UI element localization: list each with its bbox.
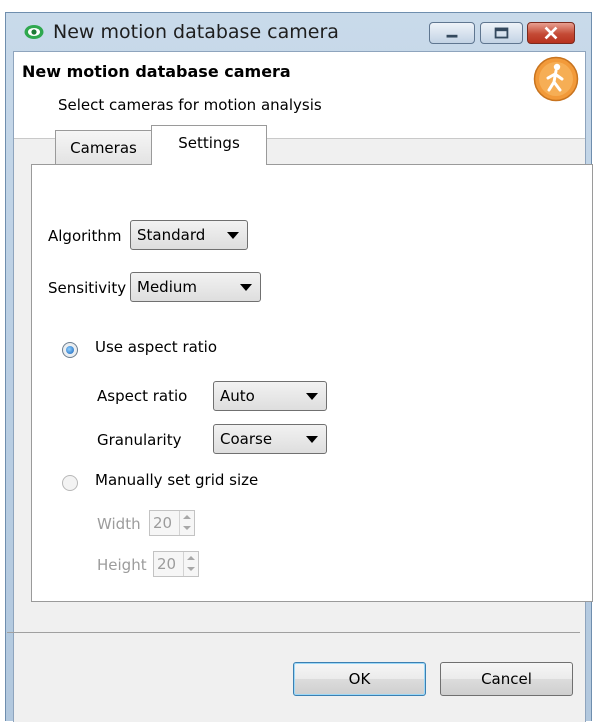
- chevron-down-icon: [306, 393, 318, 400]
- granularity-dropdown[interactable]: Coarse: [213, 424, 327, 454]
- use-aspect-ratio-label[interactable]: Use aspect ratio: [95, 338, 217, 356]
- header-title: New motion database camera: [22, 62, 291, 81]
- arrow-down-icon[interactable]: [180, 523, 194, 535]
- width-spin-buttons[interactable]: [179, 511, 194, 535]
- tab-settings[interactable]: Settings: [151, 125, 267, 165]
- title-bar[interactable]: New motion database camera: [6, 13, 591, 51]
- algorithm-value: Standard: [137, 226, 206, 244]
- aspect-ratio-value: Auto: [220, 387, 255, 405]
- arrow-up-icon[interactable]: [184, 552, 198, 564]
- manual-grid-label[interactable]: Manually set grid size: [95, 471, 258, 489]
- arrow-down-icon[interactable]: [184, 564, 198, 576]
- sensitivity-dropdown[interactable]: Medium: [130, 272, 261, 302]
- footer-divider: [7, 632, 580, 633]
- width-spinbox[interactable]: 20: [149, 510, 195, 536]
- cancel-button[interactable]: Cancel: [440, 662, 573, 696]
- aspect-ratio-label: Aspect ratio: [97, 387, 188, 405]
- manual-grid-radio[interactable]: [62, 475, 78, 491]
- chevron-down-icon: [240, 284, 252, 291]
- granularity-label: Granularity: [97, 431, 182, 449]
- aspect-ratio-dropdown[interactable]: Auto: [213, 381, 327, 411]
- window-title: New motion database camera: [53, 21, 339, 43]
- walking-person-icon: [533, 56, 579, 102]
- width-label: Width: [97, 515, 141, 533]
- ok-button[interactable]: OK: [293, 662, 426, 696]
- algorithm-dropdown[interactable]: Standard: [130, 220, 248, 250]
- height-value: 20: [157, 555, 177, 573]
- height-spinbox[interactable]: 20: [153, 551, 199, 577]
- algorithm-label: Algorithm: [48, 227, 122, 245]
- settings-panel: Algorithm Standard Sensitivity Medium Us…: [31, 164, 593, 602]
- use-aspect-ratio-radio[interactable]: [62, 342, 78, 358]
- tab-cameras[interactable]: Cameras: [55, 130, 152, 164]
- height-spin-buttons[interactable]: [183, 552, 198, 576]
- eye-icon: [24, 25, 44, 39]
- sensitivity-value: Medium: [137, 278, 197, 296]
- arrow-up-icon[interactable]: [180, 511, 194, 523]
- header-subtitle: Select cameras for motion analysis: [58, 96, 322, 114]
- close-icon: [544, 26, 558, 40]
- close-button[interactable]: [527, 22, 575, 44]
- minimize-icon: [446, 34, 458, 38]
- maximize-icon: [494, 27, 509, 39]
- chevron-down-icon: [227, 232, 239, 239]
- width-value: 20: [153, 514, 173, 532]
- height-label: Height: [97, 556, 147, 574]
- chevron-down-icon: [306, 436, 318, 443]
- minimize-button[interactable]: [429, 22, 475, 44]
- sensitivity-label: Sensitivity: [48, 279, 127, 297]
- maximize-button[interactable]: [480, 22, 523, 44]
- dialog-header: New motion database camera Select camera…: [14, 52, 585, 139]
- granularity-value: Coarse: [220, 430, 273, 448]
